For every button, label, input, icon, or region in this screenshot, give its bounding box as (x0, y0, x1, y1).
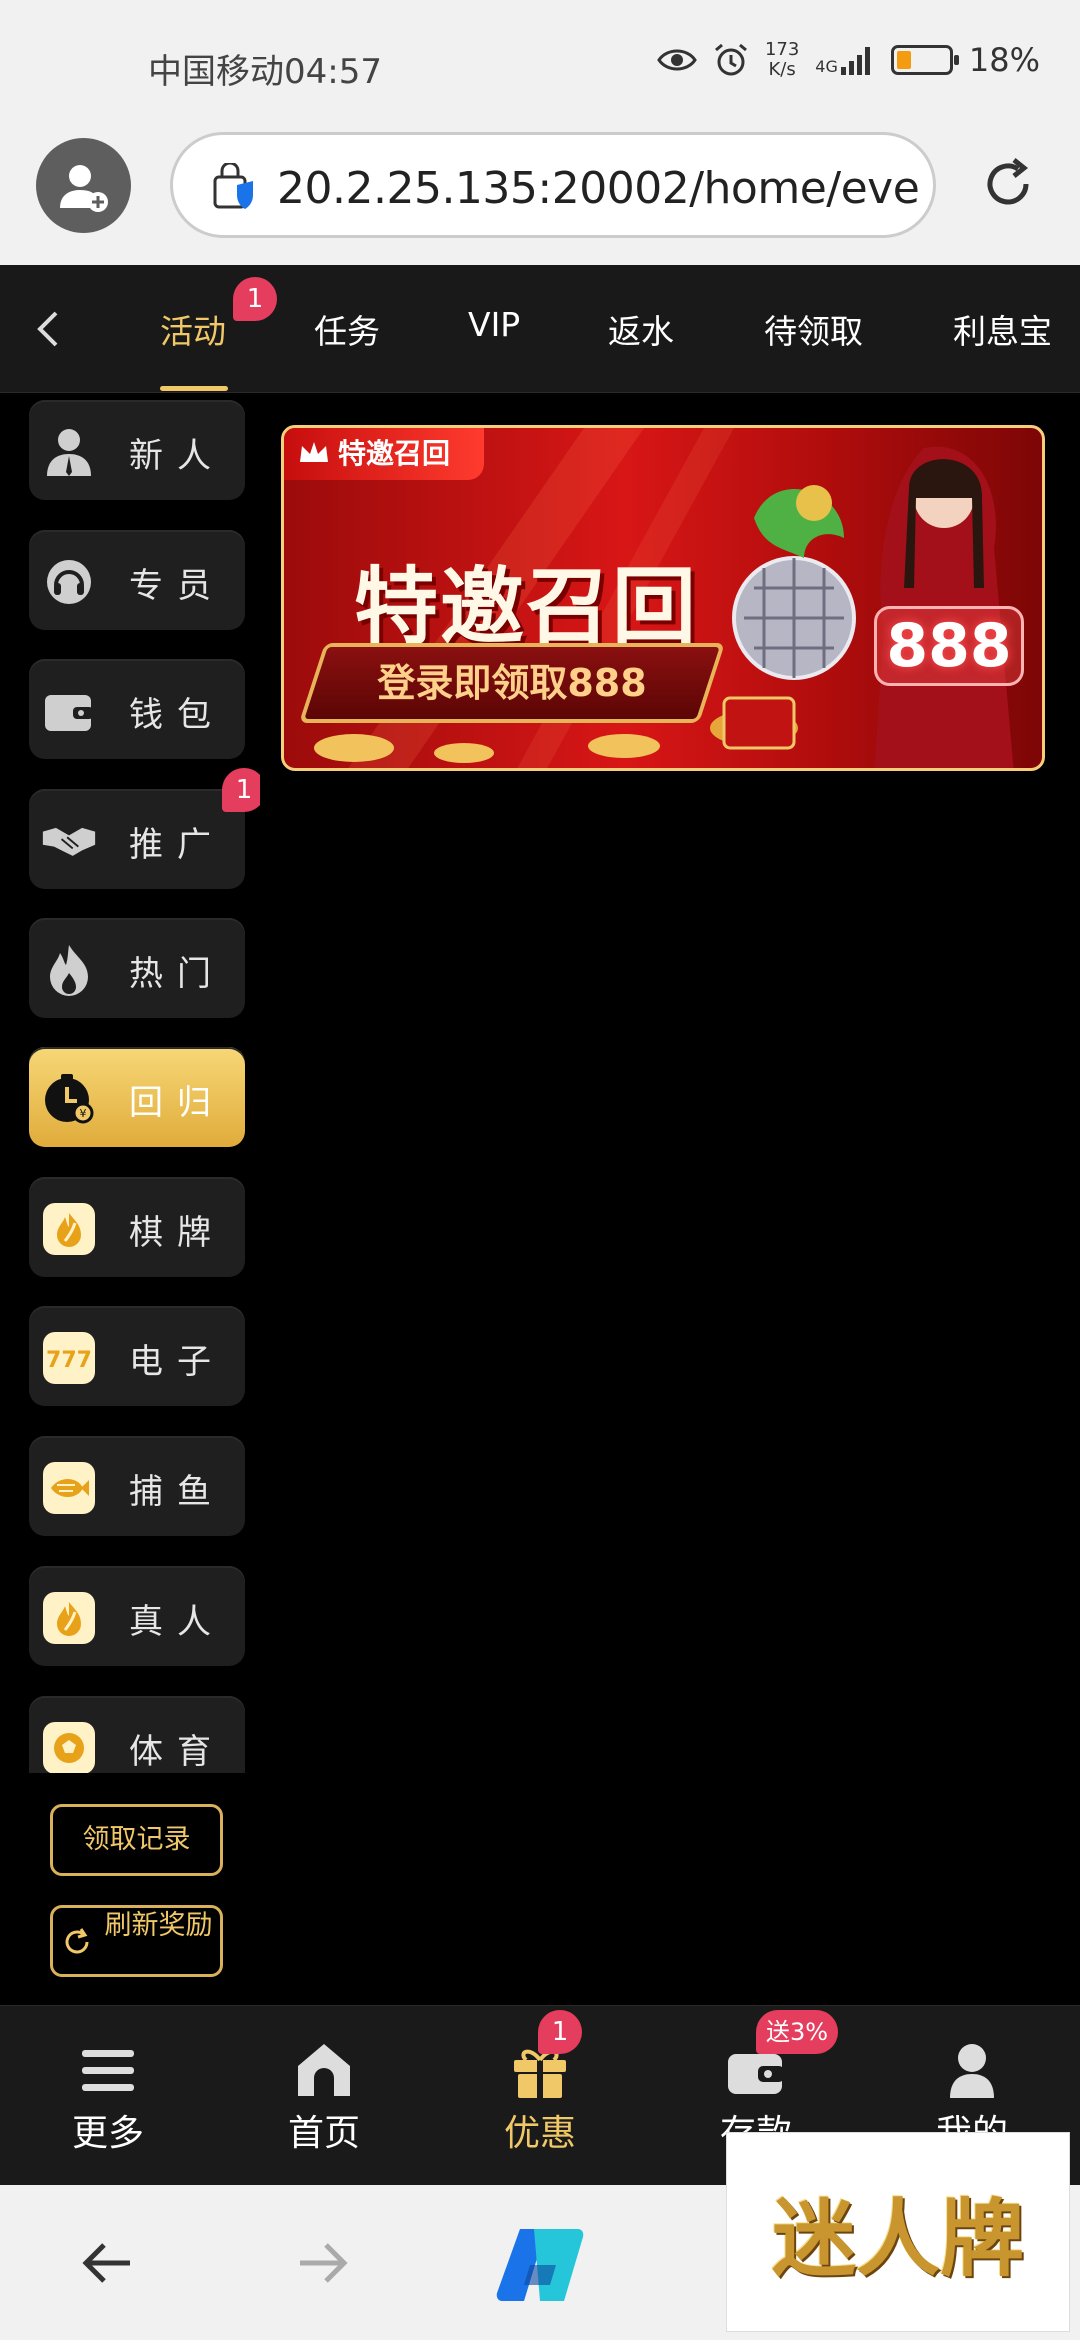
banner-subtitle: 登录即领取888 (377, 661, 647, 705)
home-icon (298, 2044, 350, 2096)
refresh-icon (65, 1928, 89, 1954)
sidebar-item-fishing[interactable]: 捕鱼 (29, 1436, 245, 1536)
sidebar-item-label: 捕鱼 (129, 1472, 225, 1512)
url-text: 20.2.25.135:20002/home/eve (277, 163, 920, 214)
sidebar-item-label: 回归 (129, 1083, 225, 1123)
nav-label: 更多 (71, 2113, 144, 2154)
clock-icon: ¥ (45, 1074, 94, 1124)
flame-icon (43, 1592, 95, 1644)
carrier-name: 中国移动 (148, 52, 284, 92)
eye-icon (657, 49, 697, 71)
fire-icon (50, 945, 88, 996)
sidebar-item-live[interactable]: 真人 (29, 1566, 245, 1666)
sidebar-item-label: 专员 (129, 566, 225, 606)
watermark-logo: 迷人牌 (726, 2132, 1070, 2332)
forward-arrow-icon[interactable] (294, 2235, 350, 2291)
clock: 04:57 (284, 52, 382, 92)
slot-777-icon: 777 (43, 1332, 95, 1384)
banner-tag: 特邀召回 (284, 428, 484, 480)
headset-icon (47, 560, 91, 604)
sidebar-item-wallet[interactable]: 钱包 (29, 659, 245, 759)
browser-address-bar: 20.2.25.135:20002/home/eve (0, 130, 1080, 265)
sidebar-item-promote[interactable]: 推广 (29, 789, 245, 889)
net-speed-unit: K/s (768, 59, 796, 80)
nav-home[interactable]: 首页 (216, 2006, 432, 2186)
tab-activity[interactable]: 活动 (160, 305, 226, 353)
tab-interest[interactable]: 利息宝 (953, 305, 1052, 353)
user-icon (950, 2044, 994, 2098)
sidebar-item-label: 钱包 (129, 695, 225, 735)
tab-rebate[interactable]: 返水 (608, 305, 674, 353)
claim-record-button[interactable]: 领取记录 (50, 1804, 223, 1876)
nav-label: 优惠 (503, 2113, 576, 2154)
user-icon (47, 429, 91, 476)
svg-text:777: 777 (47, 1348, 91, 1373)
sidebar-item-slots[interactable]: 777 电子 (29, 1306, 245, 1406)
banner-tag-text: 特邀召回 (338, 437, 451, 470)
watermark-text: 迷人牌 (771, 2188, 1024, 2288)
signal-icon: 4G (815, 45, 875, 75)
sidebar-item-return[interactable]: ¥ 回归 (29, 1047, 245, 1147)
reload-icon[interactable] (978, 154, 1038, 214)
site-security-icon (213, 163, 253, 209)
status-icons: 173 K/s 4G 18% (657, 40, 1040, 80)
sidebar-item-chess[interactable]: 棋牌 (29, 1177, 245, 1277)
add-user-icon (60, 165, 108, 212)
net-speed-value: 173 (764, 39, 800, 60)
back-arrow-icon[interactable] (80, 2235, 136, 2291)
tab-tasks[interactable]: 任务 (314, 305, 380, 353)
battery-percent: 18% (968, 41, 1040, 79)
menu-icon (82, 2050, 134, 2091)
refresh-rewards-button[interactable]: 刷新奖励 (50, 1905, 223, 1977)
banner-subtitle-plate: 登录即领取888 (299, 643, 725, 723)
battery-icon (890, 45, 959, 75)
offers-badge: 1 (538, 2010, 582, 2054)
category-tabs: 活动 1 任务 VIP 返水 待领取 利息宝 (0, 265, 1080, 393)
profile-button[interactable] (36, 138, 131, 233)
net-speed: 173 K/s (765, 40, 799, 80)
nav-label: 首页 (287, 2113, 360, 2154)
url-field[interactable]: 20.2.25.135:20002/home/eve (170, 132, 936, 238)
sidebar-item-label: 电子 (129, 1342, 225, 1382)
flame-icon (43, 1203, 95, 1255)
sidebar-item-label: 棋牌 (129, 1213, 225, 1253)
carrier-time: 中国移动04:57 (148, 44, 382, 93)
soccer-ball-icon (43, 1722, 95, 1773)
sidebar-item-newbie[interactable]: 新人 (29, 400, 245, 500)
sidebar: 新人 专员 钱包 推广 1 热门 ¥ 回归 棋牌 777 电子 捕鱼 真人 体育 (0, 393, 260, 1773)
copilot-icon[interactable] (494, 2225, 586, 2305)
active-tab-indicator (160, 386, 228, 391)
promo-banner[interactable]: 特邀召回 特邀召回 登录即领取888 888 (281, 425, 1045, 771)
nav-more[interactable]: 更多 (0, 2006, 216, 2186)
promote-badge: 1 (222, 768, 260, 812)
tab-pending[interactable]: 待领取 (764, 305, 863, 353)
sidebar-item-label: 体育 (129, 1732, 225, 1772)
crown-icon (300, 442, 328, 462)
refresh-rewards-label: 刷新奖励 (104, 1910, 213, 1941)
wallet-icon (45, 695, 93, 731)
tab-vip[interactable]: VIP (468, 305, 520, 344)
sidebar-item-label: 热门 (129, 954, 225, 994)
tab-activity-badge: 1 (233, 277, 277, 321)
back-chevron-icon[interactable] (30, 305, 66, 353)
sidebar-item-hot[interactable]: 热门 (29, 918, 245, 1018)
nav-offers[interactable]: 优惠 1 (432, 2006, 648, 2186)
sidebar-item-label: 推广 (129, 825, 225, 865)
sidebar-item-label: 真人 (129, 1602, 225, 1642)
fish-icon (43, 1462, 95, 1514)
deposit-badge: 送3% (756, 2010, 839, 2054)
network-type: 4G (815, 57, 838, 76)
svg-text:¥: ¥ (80, 1107, 87, 1120)
banner-888-sign: 888 (874, 606, 1024, 686)
sidebar-item-agent[interactable]: 专员 (29, 530, 245, 630)
sidebar-item-sports[interactable]: 体育 (29, 1696, 245, 1773)
sidebar-item-label: 新人 (129, 436, 225, 476)
status-bar: 中国移动04:57 173 K/s 4G 18% (0, 0, 1080, 130)
handshake-icon (42, 827, 96, 856)
alarm-icon (714, 43, 747, 76)
